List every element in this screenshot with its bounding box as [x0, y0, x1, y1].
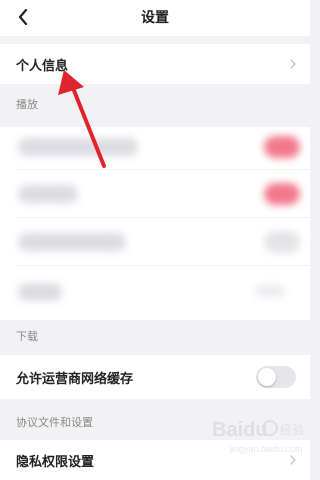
blurred-toggle-3: [264, 231, 300, 253]
top-bar: 设置: [0, 0, 310, 36]
divider: [16, 169, 310, 170]
personal-info-label: 个人信息: [16, 57, 69, 73]
divider: [16, 265, 310, 266]
blurred-value-4: [255, 285, 285, 297]
privacy-settings-label: 隐私权限设置: [16, 453, 95, 469]
section-header-download: 下载: [16, 331, 38, 343]
section-header-playback: 播放: [16, 99, 38, 111]
blurred-toggle-2: [264, 183, 300, 205]
section-header-agreements: 协议文件和设置: [16, 417, 93, 429]
chevron-right-icon: [290, 59, 296, 69]
allow-carrier-cache-toggle[interactable]: [256, 366, 296, 388]
blurred-setting-2: [18, 185, 78, 203]
personal-info-row[interactable]: 个人信息: [0, 44, 310, 84]
blurred-setting-4: [18, 283, 62, 301]
allow-carrier-cache-label: 允许运营商网络缓存: [16, 370, 134, 386]
privacy-settings-row[interactable]: 隐私权限设置: [0, 440, 310, 480]
blurred-setting-3: [18, 233, 126, 251]
page-title: 设置: [141, 9, 169, 25]
divider: [16, 217, 310, 218]
blurred-setting-1: [18, 138, 138, 156]
chevron-right-icon: [290, 455, 296, 465]
toggle-knob: [258, 368, 276, 386]
blurred-toggle-1: [264, 136, 300, 158]
playback-settings-blurred: [0, 127, 310, 320]
